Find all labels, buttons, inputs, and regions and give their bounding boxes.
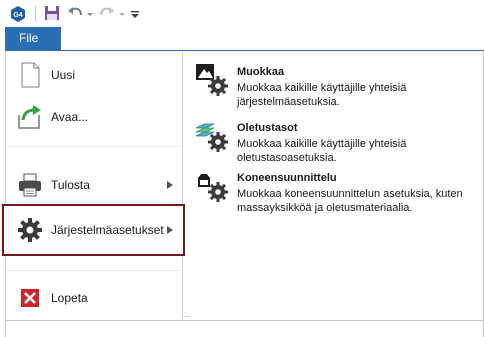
customize-toolbar-icon[interactable]	[130, 4, 140, 22]
submenu-item-title: Muokkaa	[237, 66, 285, 78]
menu-item-label: Uusi	[51, 68, 76, 82]
redo-dropdown-icon[interactable]	[118, 4, 126, 22]
save-icon[interactable]	[43, 4, 61, 22]
gear-icon	[18, 218, 42, 242]
edit-settings-icon	[196, 64, 228, 96]
svg-text:G4: G4	[13, 12, 22, 19]
menu-item-label: Avaa...	[51, 110, 89, 124]
toolbar-separator	[35, 6, 36, 21]
menu-item-print[interactable]: Tulosta	[6, 168, 182, 202]
submenu-item-description: Muokkaa koneensuunnittelun asetuksia, ku…	[237, 188, 463, 214]
submenu-item-edit[interactable]: Muokkaa Muokkaa kaikille käyttäjille yht…	[194, 62, 479, 110]
menu-item-label: Lopeta	[51, 291, 88, 305]
undo-icon[interactable]	[66, 4, 84, 22]
g4-app-icon[interactable]: G4	[9, 5, 27, 23]
submenu-item-title: Koneensuunnittelu	[237, 172, 337, 184]
menu-item-system-settings[interactable]: Järjestelmäasetukset	[6, 205, 182, 255]
menu-item-open[interactable]: Avaa...	[6, 100, 182, 134]
submenu-arrow-icon	[167, 226, 173, 234]
pane-divider	[182, 51, 183, 320]
open-icon	[18, 105, 41, 129]
quick-access-toolbar: G4	[0, 0, 484, 26]
file-tab[interactable]: File	[5, 27, 61, 50]
submenu-item-description: Muokkaa kaikille käyttäjille yhteisiä jä…	[237, 82, 407, 108]
menu-item-exit[interactable]: Lopeta	[6, 282, 182, 314]
printer-icon	[19, 173, 41, 197]
submenu-item-description: Muokkaa kaikille käyttäjille yhteisiä ol…	[237, 138, 407, 164]
backstage-border-bottom	[5, 320, 484, 321]
menu-item-label: Järjestelmäasetukset	[51, 223, 164, 237]
new-document-icon	[21, 62, 40, 88]
redo-icon[interactable]	[98, 4, 116, 22]
menu-item-new[interactable]: Uusi	[6, 58, 182, 92]
submenu-item-default-layers[interactable]: Oletustasot Muokkaa kaikille käyttäjille…	[194, 118, 479, 166]
layers-settings-icon	[195, 123, 228, 152]
submenu-item-machine-design[interactable]: Koneensuunnittelu Muokkaa koneensuunnitt…	[194, 168, 479, 216]
menu-separator	[6, 146, 182, 147]
exit-icon	[21, 289, 39, 307]
machine-design-settings-icon	[198, 174, 228, 202]
pane-divider-foot	[182, 316, 190, 317]
submenu-arrow-icon	[167, 181, 173, 189]
undo-dropdown-icon[interactable]	[86, 4, 94, 22]
submenu-item-title: Oletustasot	[237, 122, 298, 134]
menu-item-label: Tulosta	[51, 178, 90, 192]
menu-separator	[6, 270, 182, 271]
